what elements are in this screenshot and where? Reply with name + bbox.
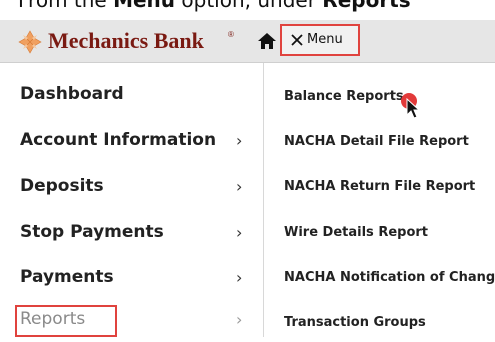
left-menu-label: Stop Payments — [20, 222, 164, 242]
chevron-right-icon: › — [236, 310, 243, 329]
menu-button-label: Menu — [307, 32, 343, 47]
caption-reports-word: Reports — [322, 0, 411, 12]
registered-mark: ® — [228, 30, 234, 39]
left-menu-item-account-information[interactable]: Account Information › — [0, 122, 262, 162]
left-menu-label: Dashboard — [20, 84, 124, 104]
chevron-right-icon: › — [236, 268, 243, 287]
submenu-label: NACHA Detail File Report — [284, 134, 469, 149]
submenu-label: NACHA Notification of Change — [284, 270, 495, 285]
submenu-item-nacha-return-file-report[interactable]: NACHA Return File Report — [270, 170, 495, 206]
submenu-item-wire-details-report[interactable]: Wire Details Report — [270, 216, 495, 252]
mouse-pointer-icon — [406, 98, 421, 119]
left-menu-item-payments[interactable]: Payments › — [0, 259, 262, 299]
submenu-item-balance-reports[interactable]: Balance Reports — [270, 80, 495, 116]
left-menu-label: Reports — [20, 309, 86, 329]
left-menu-label: Payments — [20, 267, 114, 287]
caption-text-1: From the — [18, 0, 114, 12]
left-menu-item-deposits[interactable]: Deposits › — [0, 168, 262, 208]
submenu-item-nacha-notification-of-change[interactable]: NACHA Notification of Change — [270, 261, 495, 297]
left-menu-item-stop-payments[interactable]: Stop Payments › — [0, 214, 262, 254]
menu-column-divider — [263, 63, 264, 337]
left-menu-label: Deposits — [20, 176, 104, 196]
submenu-label: NACHA Return File Report — [284, 179, 476, 194]
submenu-label: Balance Reports — [284, 89, 404, 104]
top-navigation-bar: Mechanics Bank ® Menu — [0, 20, 495, 63]
left-menu-label: Account Information — [20, 130, 217, 150]
submenu-item-nacha-detail-file-report[interactable]: NACHA Detail File Report — [270, 125, 495, 161]
submenu-label: Wire Details Report — [284, 225, 429, 240]
close-icon — [291, 34, 303, 46]
chevron-right-icon: › — [236, 177, 243, 196]
caption-menu-word: Menu — [113, 0, 176, 12]
submenu-label: Transaction Groups — [284, 315, 426, 330]
bank-brand-name[interactable]: Mechanics Bank — [48, 28, 204, 54]
left-menu-item-reports[interactable]: Reports › — [0, 301, 262, 341]
chevron-right-icon: › — [236, 223, 243, 242]
instruction-caption: From the Menu option, under Reports — [18, 0, 411, 12]
left-menu-item-dashboard[interactable]: Dashboard — [0, 76, 262, 116]
menu-button[interactable]: Menu — [280, 24, 360, 56]
home-icon[interactable] — [257, 32, 277, 50]
mechanics-bank-logo-icon[interactable] — [18, 30, 42, 54]
chevron-right-icon: › — [236, 131, 243, 150]
caption-text-2: option, under — [175, 0, 323, 12]
